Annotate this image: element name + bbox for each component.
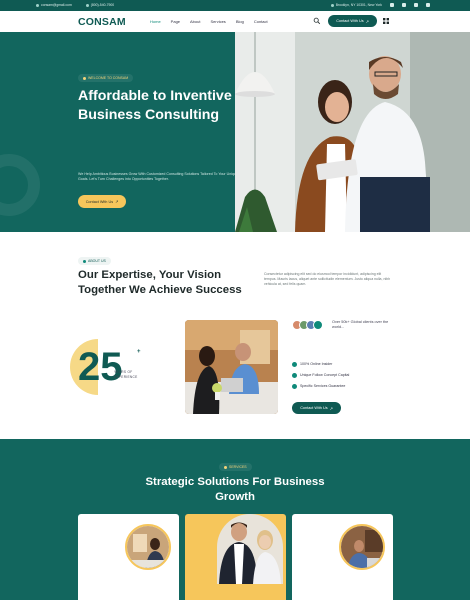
service-card-image	[339, 524, 385, 570]
feature-checklist: 100% Online Insider Unique Follow Concep…	[292, 361, 349, 389]
meeting-photo	[127, 526, 169, 568]
clients-text: Over 50k+ Global clients over the world.…	[332, 320, 389, 329]
hero-title: Affordable to Inventive Business Consult…	[78, 88, 232, 123]
instagram-icon[interactable]	[414, 3, 418, 7]
phone-icon	[85, 3, 89, 7]
office-photo	[341, 526, 383, 568]
nav-item-contact[interactable]: Contact	[254, 19, 268, 24]
hero-section: WELCOME TO CONSAM Affordable to Inventiv…	[0, 32, 470, 232]
grid-menu-icon[interactable]	[383, 18, 389, 24]
check-icon	[292, 383, 297, 389]
services-title: Strategic Solutions For Business Growth	[145, 476, 325, 503]
consultants-photo	[217, 514, 283, 584]
about-section: ABOUT US Our Expertise, Your Vision Toge…	[0, 232, 470, 439]
hero-contact-button[interactable]: Contact With Us ↗	[78, 195, 126, 208]
x-icon[interactable]	[426, 3, 430, 7]
address-info: Brooklyn, NY 10301, New York	[330, 3, 382, 7]
decorative-circle	[0, 154, 40, 216]
nav-item-blog[interactable]: Blog	[236, 19, 244, 24]
service-card[interactable]	[78, 514, 179, 600]
top-bar: consam@gmail.com (800)-540-7900 Brooklyn…	[0, 0, 470, 11]
service-card-image	[217, 514, 283, 584]
services-tag-text: SERVICES	[229, 465, 247, 469]
client-avatars	[292, 320, 323, 330]
hero-tag: WELCOME TO CONSAM	[78, 74, 134, 82]
office-meeting-illustration	[185, 320, 278, 414]
list-item: Unique Follow Concept Capital	[292, 372, 349, 378]
hero-button-label: Contact With Us	[85, 199, 114, 204]
search-icon[interactable]	[313, 17, 321, 25]
phone-text: (800)-540-7900	[90, 3, 115, 7]
about-tag: ABOUT US	[78, 257, 111, 265]
email-contact[interactable]: consam@gmail.com	[36, 3, 72, 7]
mail-icon	[36, 3, 39, 7]
arrow-up-right-icon: ↗	[365, 19, 369, 24]
about-tag-text: ABOUT US	[88, 259, 106, 263]
nav-item-page[interactable]: Page	[171, 19, 180, 24]
service-card-image	[125, 524, 171, 570]
bullet-icon	[224, 465, 227, 469]
about-title: Our Expertise, Your Vision Together We A…	[78, 269, 242, 296]
phone-contact[interactable]: (800)-540-7900	[85, 3, 115, 7]
hero-photo	[235, 32, 470, 232]
hero-description: We Help Ambitious Businesses Grow With C…	[78, 172, 239, 181]
about-photo	[185, 320, 278, 414]
nav-contact-button[interactable]: Contact With Us ↗	[328, 15, 377, 27]
checklist-label: Specific Services Guarantee	[300, 384, 346, 388]
years-number: 25	[78, 345, 123, 389]
nav-item-services[interactable]: Services	[210, 19, 225, 24]
about-description: Consectetur adipiscing elit sed do eiusm…	[264, 272, 391, 286]
site-logo[interactable]: CONSAM	[78, 16, 126, 28]
email-text: consam@gmail.com	[41, 3, 72, 7]
check-icon	[292, 372, 297, 378]
nav-contact-label: Contact With Us	[336, 19, 364, 23]
facebook-icon[interactable]	[390, 3, 394, 7]
bullet-icon	[83, 259, 86, 263]
years-caption: YEARS OF EXPERIENCE	[114, 370, 138, 379]
address-text: Brooklyn, NY 10301, New York	[335, 3, 382, 7]
business-people-illustration	[235, 32, 470, 232]
services-tag: SERVICES	[219, 463, 252, 471]
arrow-up-right-icon: ↗	[115, 200, 119, 204]
nav-item-home[interactable]: Home	[150, 19, 161, 24]
services-section: SERVICES Strategic Solutions For Busines…	[0, 439, 470, 600]
service-card[interactable]	[292, 514, 393, 600]
about-contact-button[interactable]: Contact With Us ↗	[292, 402, 341, 414]
location-pin-icon	[330, 3, 334, 7]
experience-counter: 25 + YEARS OF EXPERIENCE	[64, 338, 144, 396]
avatar	[313, 320, 323, 330]
service-card[interactable]	[185, 514, 286, 600]
checklist-label: Unique Follow Concept Capital	[300, 373, 350, 377]
checklist-label: 100% Online Insider	[300, 362, 333, 366]
twitter-icon[interactable]	[402, 3, 406, 7]
check-icon	[292, 361, 297, 367]
main-navigation: CONSAM Home Page About Services Blog Con…	[0, 11, 470, 32]
nav-menu: Home Page About Services Blog Contact	[150, 19, 268, 24]
hero-tag-text: WELCOME TO CONSAM	[88, 76, 129, 80]
list-item: 100% Online Insider	[292, 361, 349, 367]
list-item: Specific Services Guarantee	[292, 383, 349, 389]
about-button-label: Contact With Us	[300, 406, 328, 410]
bullet-icon	[83, 76, 86, 80]
years-plus: +	[137, 349, 141, 355]
arrow-up-right-icon: ↗	[329, 406, 333, 411]
nav-item-about[interactable]: About	[190, 19, 200, 24]
